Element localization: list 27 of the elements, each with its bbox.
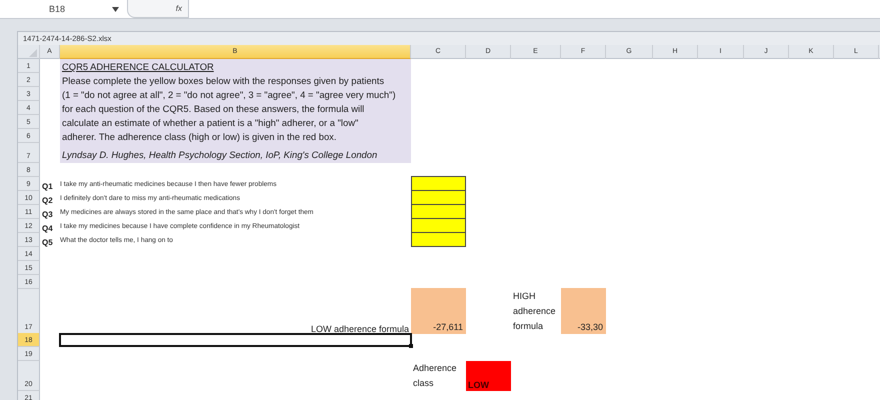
- class-label: Adherence class: [412, 362, 458, 390]
- question-id: Q2: [41, 196, 54, 205]
- dropdown-caret-icon[interactable]: [112, 6, 119, 12]
- instruction-text: Please complete the yellow boxes below with the responses given by patients: [62, 75, 384, 86]
- question-id: Q3: [41, 210, 54, 219]
- instruction-text: calculate an estimate of whether a patient is a "high" adherer, or a "low": [62, 117, 358, 128]
- question-id: Q1: [41, 182, 54, 191]
- class-result-cell: LOW: [466, 361, 511, 391]
- formula-result-cell: -33,30: [561, 288, 606, 334]
- formula-result-cell: -27,611: [411, 288, 466, 334]
- formula-label: HIGH adherence formula: [512, 290, 557, 333]
- question-id: Q4: [41, 224, 54, 233]
- answer-box[interactable]: [411, 232, 466, 247]
- answer-box[interactable]: [411, 176, 466, 191]
- formula-label: LOW adherence formula: [310, 324, 410, 334]
- calculator-title: CQR5 ADHERENCE CALCULATOR: [62, 61, 214, 72]
- instruction-text: (1 = "do not agree at all", 2 = "do not agree", 3 = "agree", 4 = "agree very much"): [62, 89, 396, 100]
- name-box[interactable]: B18: [22, 4, 92, 14]
- instruction-text: adherer. The adherence class (high or low) is given in the red box.: [62, 131, 336, 142]
- answer-box[interactable]: [411, 204, 466, 219]
- instruction-text: for each question of the CQR5. Based on these answers, the formula will: [62, 103, 364, 114]
- answer-box[interactable]: [411, 218, 466, 233]
- formula-field[interactable]: fx: [127, 0, 189, 18]
- selected-cell[interactable]: [59, 333, 412, 347]
- author-credit: Lyndsay D. Hughes, Health Psychology Section, IoP, King's College London: [62, 149, 378, 162]
- question-id: Q5: [41, 238, 54, 247]
- answer-box[interactable]: [411, 190, 466, 205]
